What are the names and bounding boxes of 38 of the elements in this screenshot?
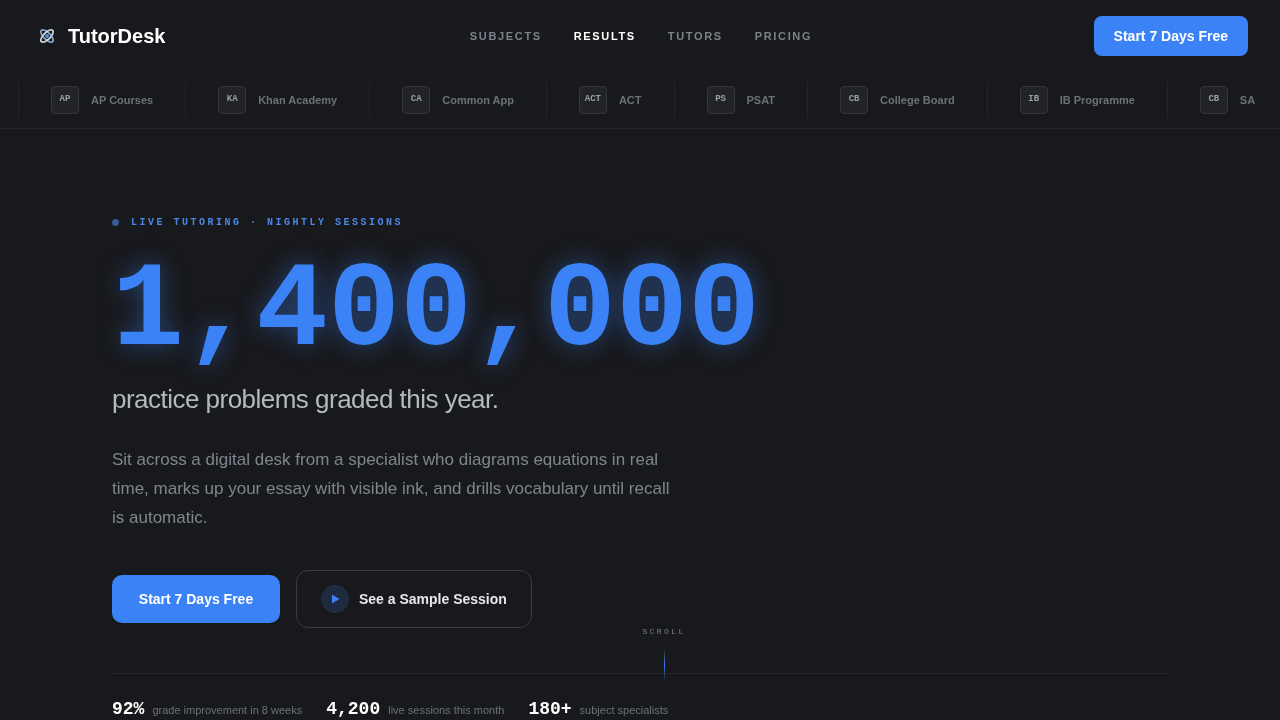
eyebrow-text: LIVE TUTORING · NIGHTLY SESSIONS xyxy=(131,216,404,230)
atom-logo-icon xyxy=(38,27,56,45)
start-trial-button[interactable]: Start 7 Days Free xyxy=(1093,16,1248,56)
nav-link[interactable]: SUBJECTS xyxy=(469,27,542,45)
partner-name: Khan Academy xyxy=(258,92,338,108)
partner-badge: CB xyxy=(840,86,869,114)
partner-name: College Board xyxy=(880,92,955,108)
stat-label: grade improvement in 8 weeks xyxy=(152,703,303,718)
stat-value: 92% xyxy=(112,698,145,720)
partner-badge: IB xyxy=(1019,86,1048,114)
partner-name: AP Courses xyxy=(91,92,154,108)
partner-name: Common App xyxy=(442,92,514,108)
hero-subtitle: practice problems graded this year. xyxy=(112,383,499,416)
partner-badge: CB xyxy=(1199,86,1228,114)
partner-badge: KA xyxy=(218,86,247,114)
stat-label: live sessions this month xyxy=(388,703,505,718)
partner-name: SA xyxy=(1239,92,1256,108)
partner-badge: PS xyxy=(706,86,735,114)
nav-link[interactable]: TUTORS xyxy=(667,27,723,45)
partner-name: IB Programme xyxy=(1059,92,1135,108)
stat-label: subject specialists xyxy=(579,703,669,718)
partner-badge: AP xyxy=(51,86,79,114)
nav-link[interactable]: RESULTS xyxy=(573,27,636,45)
scroll-label: SCROLL xyxy=(642,626,686,638)
scroll-indicator xyxy=(663,650,665,680)
stat-value: 180+ xyxy=(528,698,572,720)
partner-badge: ACT xyxy=(578,86,607,114)
partner-name: ACT xyxy=(618,92,642,108)
stat-value: 4,200 xyxy=(326,698,381,720)
start-trial-button[interactable]: Start 7 Days Free xyxy=(112,575,280,623)
sample-session-button[interactable]: See a Sample Session xyxy=(296,570,532,628)
big-number: 1,400,000 xyxy=(112,252,761,372)
nav-link[interactable]: PRICING xyxy=(754,27,813,45)
hero-description: Sit across a digital desk from a specialist who diagrams equations in real time, marks up your essay with visible ink, and drills vocabulary until recall is automatic. xyxy=(112,449,671,529)
brand-name: TutorDesk xyxy=(68,24,166,49)
partner-name: PSAT xyxy=(746,92,776,108)
play-icon xyxy=(321,585,349,613)
partner-badge: CA xyxy=(402,86,431,114)
